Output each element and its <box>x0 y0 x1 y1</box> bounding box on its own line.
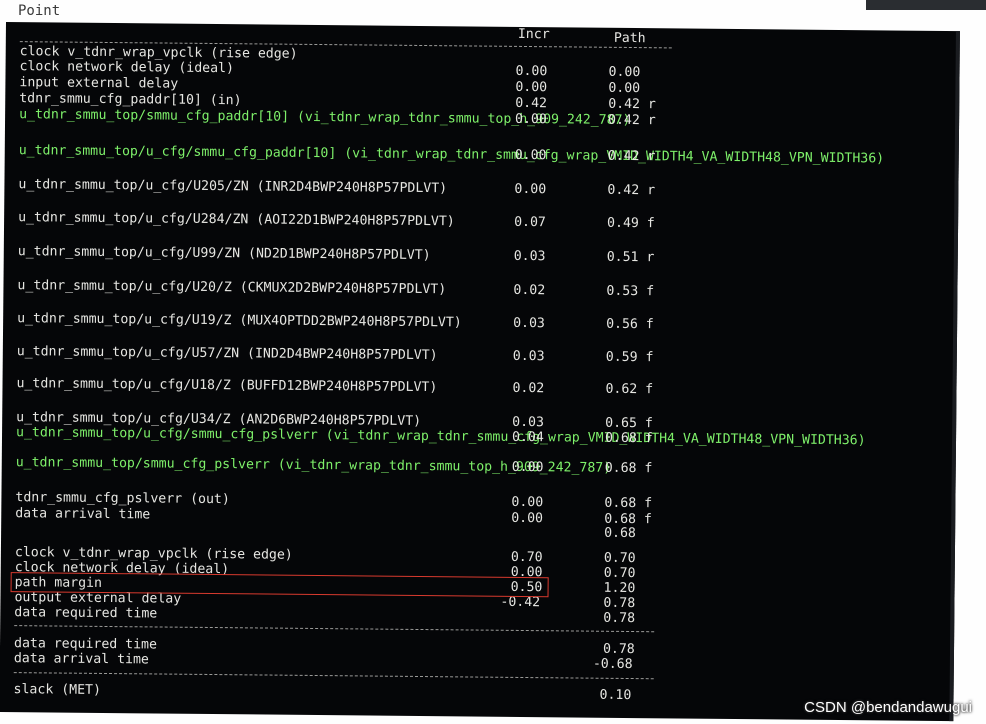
header-strip: Point <box>0 0 986 22</box>
path-cell: 0.68 f <box>604 460 653 477</box>
point-cell: u_tdnr_smmu_top/u_cfg/U20/Z (CKMUX2D2BWP… <box>17 278 447 298</box>
point-cell: data arrival time <box>13 651 149 668</box>
point-cell: u_tdnr_smmu_top/u_cfg/smmu_cfg_pslverr (… <box>15 425 866 449</box>
incr-cell: 0.00 <box>514 181 547 198</box>
path-cell: 0.68 f <box>604 430 653 447</box>
path-cell: 0.78 <box>603 610 636 627</box>
path-cell: 0.42 r <box>608 96 656 113</box>
point-column-header: Point <box>18 3 61 19</box>
point-cell: u_tdnr_smmu_top/u_cfg/U19/Z (MUX4OPTDD2B… <box>17 311 462 331</box>
point-cell: u_tdnr_smmu_top/u_cfg/U18/Z (BUFFD12BWP2… <box>16 376 438 396</box>
point-cell: input external delay <box>19 75 179 92</box>
point-cell: u_tdnr_smmu_top/u_cfg/smmu_cfg_paddr[10]… <box>18 143 885 167</box>
incr-column-header: Incr <box>517 26 550 43</box>
path-cell: 0.49 f <box>607 215 655 232</box>
incr-cell: 0.04 <box>511 429 544 446</box>
path-cell: 0.10 <box>599 687 632 704</box>
point-cell: slack (MET) <box>13 682 102 698</box>
incr-cell: 0.03 <box>513 248 546 265</box>
path-cell: 0.42 r <box>608 112 656 129</box>
path-column-header: Path <box>613 30 646 47</box>
incr-cell: 0.70 <box>510 549 543 566</box>
path-cell: 0.42 r <box>607 182 656 199</box>
incr-cell: 0.00 <box>515 111 547 128</box>
incr-cell: 0.02 <box>513 282 546 299</box>
incr-cell: 0.00 <box>514 147 547 164</box>
incr-cell: 0.00 <box>515 63 548 80</box>
watermark: CSDN @bendandawugui <box>804 699 972 716</box>
incr-cell: -0.42 <box>500 594 541 611</box>
point-cell: u_tdnr_smmu_top/u_cfg/U284/ZN (AOI22D1BW… <box>18 210 455 230</box>
path-cell: -0.68 <box>592 656 633 673</box>
incr-cell: 0.03 <box>513 315 545 332</box>
divider-required <box>14 625 655 633</box>
incr-cell: 0.00 <box>511 459 544 476</box>
path-cell <box>609 50 679 51</box>
terminal-window: Incr Path clock v_tdnr_wrap_vpclk (rise … <box>0 22 960 722</box>
path-cell: 0.53 f <box>606 283 655 300</box>
path-cell: 0.68 <box>604 525 636 542</box>
point-cell: u_tdnr_smmu_top/u_cfg/U57/ZN (IND2D4BWP2… <box>16 344 438 364</box>
incr-cell: 0.07 <box>514 214 546 231</box>
incr-cell: 0.02 <box>512 380 545 397</box>
incr-cell: 0.42 <box>515 95 548 112</box>
path-cell: 0.62 f <box>605 381 654 398</box>
path-cell: 0.68 f <box>604 495 653 512</box>
point-cell: data required time <box>14 605 158 622</box>
point-cell: data arrival time <box>15 506 151 523</box>
divider-slack <box>13 672 654 680</box>
incr-cell: 0.03 <box>512 414 545 431</box>
path-cell: 0.56 f <box>606 316 654 333</box>
path-cell: 0.51 r <box>606 249 655 266</box>
path-cell: 0.59 f <box>605 349 654 366</box>
path-cell: 0.42 r <box>607 148 656 165</box>
point-cell: u_tdnr_smmu_top/u_cfg/U205/ZN (INR2D4BWP… <box>18 177 448 197</box>
path-cell: 0.00 <box>608 64 641 81</box>
incr-cell: 0.00 <box>511 510 544 527</box>
incr-cell: 0.03 <box>512 348 545 365</box>
incr-cell <box>510 687 570 688</box>
path-cell: 0.00 <box>608 80 641 97</box>
incr-cell <box>510 656 570 657</box>
incr-cell: 0.00 <box>511 494 544 511</box>
incr-cell <box>516 49 576 50</box>
screen-bezel <box>866 0 986 10</box>
point-cell: u_tdnr_smmu_top/u_cfg/U99/ZN (ND2D1BWP24… <box>17 244 431 264</box>
incr-cell <box>510 641 570 642</box>
timing-report: clock v_tdnr_wrap_vpclk (rise edge) clock… <box>6 22 956 703</box>
incr-cell: 0.00 <box>515 79 548 96</box>
photo-frame: Point Incr Path clock v_tdnr_wrap_vpclk … <box>0 0 986 724</box>
